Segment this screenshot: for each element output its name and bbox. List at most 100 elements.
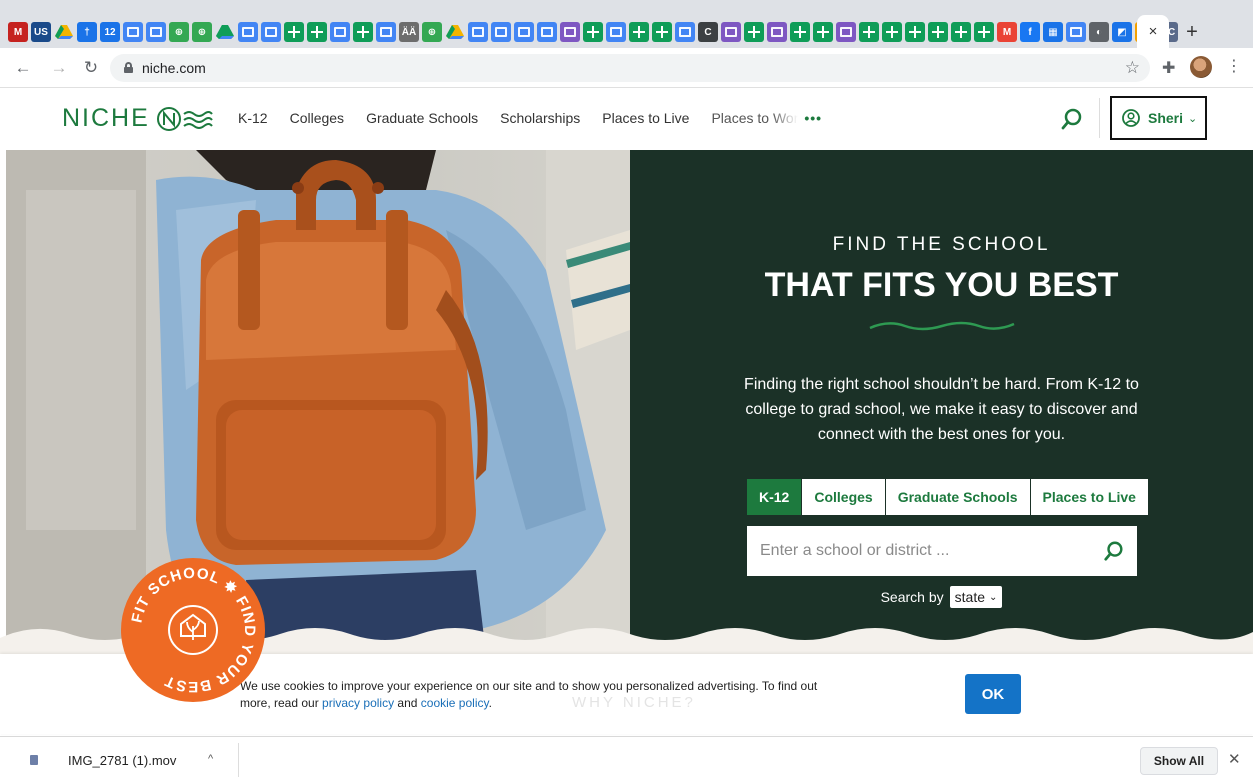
- pinned-tab-doc-icon[interactable]: [606, 22, 626, 42]
- pinned-tab-doc-icon[interactable]: [537, 22, 557, 42]
- lock-icon[interactable]: [124, 62, 133, 73]
- pinned-tab-sheet-icon[interactable]: [928, 22, 948, 42]
- pinned-tab-letter-icon[interactable]: US: [31, 22, 51, 42]
- pinned-tab-doc-icon[interactable]: [514, 22, 534, 42]
- nav-more-button[interactable]: •••: [804, 110, 822, 126]
- search-category-tabs: K-12 Colleges Graduate Schools Places to…: [747, 479, 1148, 515]
- pinned-tab-letter-icon[interactable]: ◐: [1089, 22, 1109, 42]
- cookie-message: We use cookies to improve your experienc…: [240, 678, 840, 712]
- forward-arrow-icon[interactable]: →: [48, 57, 70, 79]
- pinned-tab-doc-icon[interactable]: [376, 22, 396, 42]
- cookie-policy-link[interactable]: cookie policy: [421, 696, 489, 710]
- nav-graduate-schools[interactable]: Graduate Schools: [366, 110, 478, 126]
- pinned-tab-doc-icon[interactable]: [468, 22, 488, 42]
- school-search-input[interactable]: [747, 526, 1087, 576]
- browser-toolbar: ← → ↻ niche.com ☆: [0, 48, 1253, 88]
- extensions-puzzle-icon[interactable]: ✚: [1162, 58, 1175, 78]
- browser-menu-icon[interactable]: ⋮: [1226, 56, 1242, 76]
- pinned-tab-sheet-icon[interactable]: [905, 22, 925, 42]
- tab-graduate-schools[interactable]: Graduate Schools: [885, 479, 1031, 515]
- nav-colleges[interactable]: Colleges: [290, 110, 344, 126]
- pinned-tab-sheet-icon[interactable]: [284, 22, 304, 42]
- pinned-tabs: MUS†12⊕⊕ÄÄ⊕CMf▦◐◩◆AC: [8, 20, 1181, 44]
- bookmark-star-icon[interactable]: ☆: [1125, 58, 1140, 78]
- nav-k12[interactable]: K-12: [238, 110, 268, 126]
- pinned-tab-letter-icon[interactable]: C: [698, 22, 718, 42]
- search-by-value: state: [954, 589, 985, 605]
- pinned-tab-sheet-icon[interactable]: [744, 22, 764, 42]
- search-by-select[interactable]: state ⌄: [949, 586, 1003, 608]
- pinned-tab-sheet-icon[interactable]: [813, 22, 833, 42]
- download-file-name[interactable]: IMG_2781 (1).mov: [68, 753, 176, 768]
- pinned-tab-doc-icon[interactable]: [767, 22, 787, 42]
- show-all-downloads-button[interactable]: Show All: [1140, 747, 1218, 775]
- pinned-tab-letter-icon[interactable]: ◩: [1112, 22, 1132, 42]
- tab-k12[interactable]: K-12: [747, 479, 803, 515]
- address-bar[interactable]: niche.com ☆: [110, 54, 1150, 82]
- pinned-tab-doc-icon[interactable]: [721, 22, 741, 42]
- pinned-tab-drive-icon[interactable]: [215, 22, 235, 42]
- pinned-tab-letter-icon[interactable]: M: [8, 22, 28, 42]
- pinned-tab-letter-icon[interactable]: M: [997, 22, 1017, 42]
- pinned-tab-doc-icon[interactable]: [146, 22, 166, 42]
- pinned-tab-sheet-icon[interactable]: [583, 22, 603, 42]
- main-nav: K-12 Colleges Graduate Schools Scholarsh…: [238, 110, 822, 126]
- pinned-tab-doc-icon[interactable]: [491, 22, 511, 42]
- video-file-icon: [30, 755, 38, 765]
- close-download-shelf-icon[interactable]: ✕: [1228, 750, 1241, 768]
- tab-colleges[interactable]: Colleges: [802, 479, 886, 515]
- search-by-label: Search by: [880, 589, 944, 605]
- pinned-tab-sheet-icon[interactable]: [353, 22, 373, 42]
- tab-close-icon[interactable]: ×: [1149, 23, 1158, 40]
- nav-places-to-live[interactable]: Places to Live: [602, 110, 689, 126]
- pinned-tab-drive-icon[interactable]: [445, 22, 465, 42]
- pinned-tab-sheet-icon[interactable]: [307, 22, 327, 42]
- chevron-down-icon: ⌄: [989, 591, 998, 603]
- pinned-tab-doc-icon[interactable]: [836, 22, 856, 42]
- pinned-tab-letter-icon[interactable]: ▦: [1043, 22, 1063, 42]
- pinned-tab-letter-icon[interactable]: 12: [100, 22, 120, 42]
- pinned-tab-doc-icon[interactable]: [123, 22, 143, 42]
- tab-places-to-live[interactable]: Places to Live: [1030, 479, 1148, 515]
- pinned-tab-sheet-icon[interactable]: [882, 22, 902, 42]
- new-tab-button[interactable]: +: [1180, 20, 1204, 44]
- search-submit-icon[interactable]: [1103, 540, 1125, 562]
- pinned-tab-sheet-icon[interactable]: [859, 22, 879, 42]
- url-text[interactable]: niche.com: [142, 60, 206, 76]
- search-icon[interactable]: [1060, 107, 1084, 131]
- reload-icon[interactable]: ↻: [80, 57, 102, 79]
- nav-places-to-work[interactable]: Places to Wor: [711, 110, 798, 126]
- squiggle-divider: [869, 321, 1015, 331]
- pinned-tab-letter-icon[interactable]: ÄÄ: [399, 22, 419, 42]
- pinned-tab-sheet-icon[interactable]: [974, 22, 994, 42]
- privacy-policy-link[interactable]: privacy policy: [322, 696, 394, 710]
- plus-icon: +: [1186, 20, 1198, 43]
- pinned-tab-doc-icon[interactable]: [675, 22, 695, 42]
- cookie-ok-button[interactable]: OK: [965, 674, 1021, 714]
- pinned-tab-letter-icon[interactable]: ⊕: [192, 22, 212, 42]
- browser-profile-avatar[interactable]: [1190, 56, 1212, 78]
- active-tab[interactable]: ×: [1137, 15, 1169, 48]
- pinned-tab-letter-icon[interactable]: ⊕: [169, 22, 189, 42]
- pinned-tab-doc-icon[interactable]: [560, 22, 580, 42]
- pinned-tab-doc-icon[interactable]: [238, 22, 258, 42]
- pinned-tab-sheet-icon[interactable]: [951, 22, 971, 42]
- download-options-chevron-icon[interactable]: ^: [208, 753, 213, 765]
- pinned-tab-sheet-icon[interactable]: [629, 22, 649, 42]
- cookie-period: .: [488, 696, 492, 710]
- niche-logo[interactable]: NICHE: [62, 104, 226, 133]
- search-by-row: Search by state ⌄: [630, 586, 1253, 608]
- download-divider: [238, 743, 239, 777]
- pinned-tab-letter-icon[interactable]: †: [77, 22, 97, 42]
- pinned-tab-doc-icon[interactable]: [261, 22, 281, 42]
- pinned-tab-drive-icon[interactable]: [54, 22, 74, 42]
- nav-scholarships[interactable]: Scholarships: [500, 110, 580, 126]
- user-menu-button[interactable]: Sheri ⌄: [1110, 96, 1207, 140]
- pinned-tab-sheet-icon[interactable]: [652, 22, 672, 42]
- pinned-tab-letter-icon[interactable]: ⊕: [422, 22, 442, 42]
- pinned-tab-letter-icon[interactable]: f: [1020, 22, 1040, 42]
- back-arrow-icon[interactable]: ←: [12, 57, 34, 79]
- pinned-tab-doc-icon[interactable]: [330, 22, 350, 42]
- pinned-tab-sheet-icon[interactable]: [790, 22, 810, 42]
- pinned-tab-doc-icon[interactable]: [1066, 22, 1086, 42]
